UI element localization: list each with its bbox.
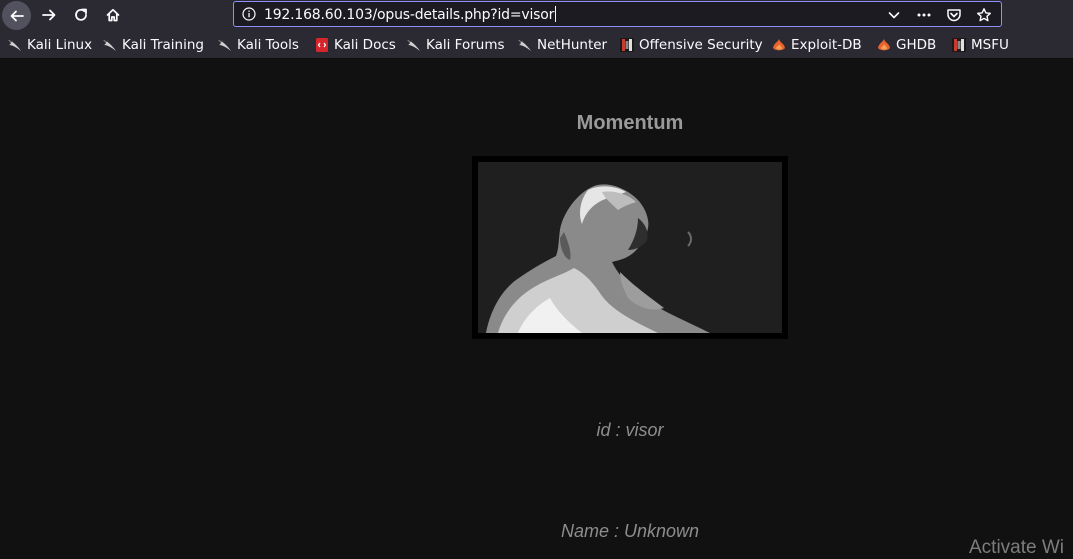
- more-dots-icon: [917, 13, 931, 17]
- pocket-icon: [947, 9, 961, 22]
- kali-dragon-icon: [517, 37, 533, 53]
- bookmark-kali-linux[interactable]: Kali Linux: [7, 36, 92, 54]
- activate-windows-watermark: Activate Wi: [969, 537, 1065, 558]
- bookmark-label: Kali Docs: [334, 37, 396, 53]
- home-icon: [106, 8, 120, 22]
- opus-image-frame: [472, 156, 788, 339]
- url-value: 192.168.60.103/opus-details.php?id=visor: [264, 7, 555, 23]
- kali-docs-icon: [314, 37, 330, 53]
- bookmark-label: Kali Forums: [426, 37, 505, 53]
- chevron-down-icon: [888, 12, 900, 19]
- kali-dragon-icon: [7, 37, 23, 53]
- bookmark-kali-tools[interactable]: Kali Tools: [217, 36, 299, 54]
- forward-button[interactable]: [35, 2, 63, 28]
- bookmark-label: GHDB: [896, 37, 937, 53]
- bookmark-exploit-db[interactable]: Exploit-DB: [771, 36, 862, 54]
- back-arrow-icon: [10, 10, 24, 21]
- bookmark-offensive-security[interactable]: Offensive Security: [619, 36, 763, 54]
- bookmark-label: NetHunter: [537, 37, 608, 53]
- bookmark-label: Exploit-DB: [791, 37, 862, 53]
- site-info-icon[interactable]: [242, 7, 256, 21]
- back-button[interactable]: [2, 1, 31, 30]
- exploitdb-icon: [771, 37, 787, 53]
- url-actions: [879, 4, 999, 26]
- page-actions-button[interactable]: [909, 4, 939, 26]
- bookmark-label: Kali Training: [122, 37, 204, 53]
- kali-dragon-icon: [102, 37, 118, 53]
- reload-icon: [75, 8, 87, 21]
- forward-arrow-icon: [42, 9, 56, 21]
- opus-image: [478, 162, 782, 333]
- bookmark-label: MSFU: [971, 37, 1009, 53]
- bookmark-msfu[interactable]: MSFU: [951, 36, 1009, 54]
- url-input[interactable]: 192.168.60.103/opus-details.php?id=visor: [264, 6, 557, 23]
- kali-dragon-icon: [406, 37, 422, 53]
- bookmark-ghdb[interactable]: GHDB: [876, 36, 936, 54]
- bookmark-kali-docs[interactable]: Kali Docs: [314, 36, 396, 54]
- url-dropdown-button[interactable]: [879, 4, 909, 26]
- text-caret: [555, 6, 557, 22]
- kali-dragon-icon: [217, 37, 233, 53]
- browser-toolbar: 192.168.60.103/opus-details.php?id=visor: [0, 0, 1073, 31]
- bookmark-star-icon: [977, 8, 991, 22]
- offsec-icon: [951, 37, 967, 53]
- address-bar[interactable]: 192.168.60.103/opus-details.php?id=visor: [233, 1, 1002, 27]
- opus-name-text: Name : Unknown: [560, 521, 700, 541]
- reload-button[interactable]: [67, 2, 95, 28]
- home-button[interactable]: [99, 2, 127, 28]
- opus-id-text: id : visor: [596, 420, 664, 440]
- bookmark-kali-forums[interactable]: Kali Forums: [406, 36, 505, 54]
- exploitdb-icon: [876, 37, 892, 53]
- bookmark-label: Offensive Security: [639, 37, 763, 53]
- offsec-icon: [619, 37, 635, 53]
- bookmark-page-button[interactable]: [969, 4, 999, 26]
- bookmark-label: Kali Tools: [237, 37, 299, 53]
- page-title: Momentum: [576, 112, 684, 134]
- bookmark-kali-training[interactable]: Kali Training: [102, 36, 204, 54]
- bookmark-label: Kali Linux: [27, 37, 93, 53]
- pocket-button[interactable]: [939, 4, 969, 26]
- bookmark-nethunter[interactable]: NetHunter: [517, 36, 607, 54]
- bookmarks-toolbar: Kali Linux Kali Training Kali Tools Kali…: [0, 31, 1073, 59]
